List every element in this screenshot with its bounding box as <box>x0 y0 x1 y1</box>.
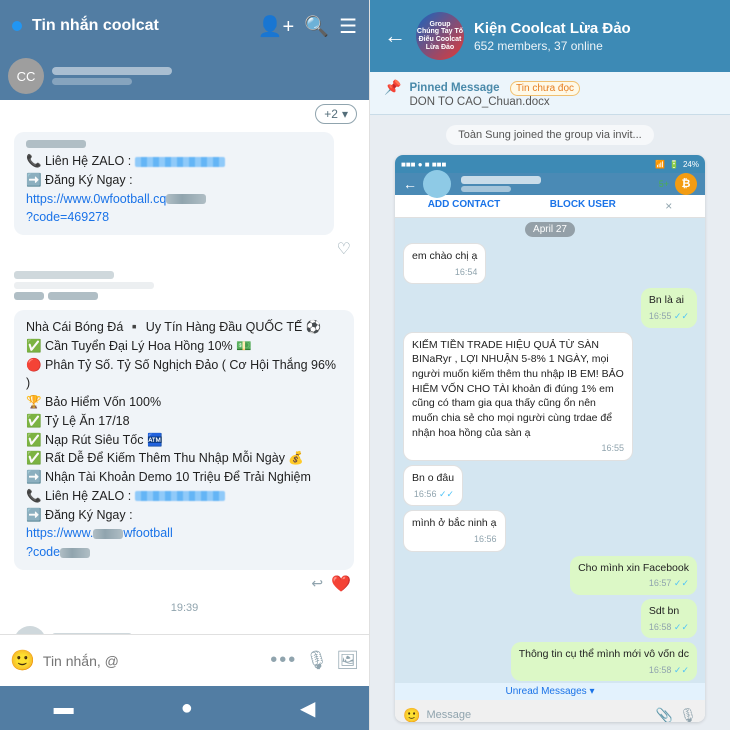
search-icon[interactable]: 🔍 <box>304 14 329 39</box>
sc-message-row: Bn là ai 16:55 ✓✓ <box>395 286 705 329</box>
close-button[interactable]: × <box>665 199 672 213</box>
heart-icon[interactable]: ♡ <box>337 239 351 259</box>
image-icon[interactable]: 🖼 <box>336 650 359 671</box>
left-panel: Tin nhắn coolcat 👤+ 🔍 ☰ CC +2 ▾ 📞 Liên H… <box>0 0 370 730</box>
pinned-message-bar[interactable]: 📌 Pinned Message Tin chưa đọc DON TO CAO… <box>370 72 730 115</box>
message-time: 19:39 <box>14 598 355 616</box>
sc-bubble-received: em chào chị ạ 16:54 <box>403 243 486 284</box>
message-bubble: 📞 Liên Hệ ZALO : ➡️ Đăng Ký Ngay : https… <box>14 132 334 235</box>
sc-mic-icon[interactable]: 🎙 <box>679 707 697 722</box>
pinned-content: Pinned Message Tin chưa đọc DON TO CAO_C… <box>409 78 716 108</box>
sc-message-row: Sdt bn 16:58 ✓✓ <box>395 597 705 640</box>
block-user-button[interactable]: BLOCK USER <box>550 199 616 213</box>
sc-bubble-received: KIẾM TIỀN TRADE HIỆU QUẢ TỪ SÀN BINaRyr … <box>403 332 633 461</box>
group-members: 652 members, 37 online <box>474 39 716 53</box>
sc-emoji-icon[interactable]: 🙂 <box>403 707 420 722</box>
avatar[interactable]: CC <box>8 58 44 94</box>
sc-status-left: ■■■ ● ■ ■■■ <box>401 160 446 169</box>
menu-icon[interactable]: ☰ <box>339 14 357 39</box>
message-actions: ↩ ❤️ <box>14 572 355 598</box>
sc-date-badge: April 27 <box>525 222 575 237</box>
more-options-icon[interactable]: ••• <box>270 649 297 672</box>
emoji-icon[interactable]: 🙂 <box>10 648 35 673</box>
sc-bubble-sent: Bn là ai 16:55 ✓✓ <box>641 288 697 327</box>
sc-contact-avatar <box>423 170 451 198</box>
message-input[interactable] <box>43 653 262 669</box>
sc-message-input[interactable]: Message <box>426 709 649 721</box>
list-item: Nhà Cái Bóng Đá ▪️ Uy Tín Hàng Đầu QUỐC … <box>0 304 369 620</box>
sc-online-badge: 5+ <box>659 179 669 189</box>
unread-messages-bar[interactable]: Unread Messages ▾ <box>395 683 705 700</box>
status-dot <box>12 21 22 31</box>
list-item <box>0 622 369 634</box>
message-bubble: Nhà Cái Bóng Đá ▪️ Uy Tín Hàng Đầu QUỐC … <box>14 310 354 570</box>
sc-status-right: 📶🔋24% <box>655 160 699 169</box>
group-info: Kiện Coolcat Lừa Đảo 652 members, 37 onl… <box>474 19 716 53</box>
input-bar: 🙂 ••• 🎙 🖼 <box>0 634 369 686</box>
sc-message-row: Bn o đâu 16:56 ✓✓ <box>395 463 705 508</box>
nav-home-icon[interactable]: ▬ <box>54 697 74 720</box>
sc-bubble-sent: Cho mình xin Facebook 16:57 ✓✓ <box>570 556 697 595</box>
sc-message-row: Thông tin cụ thể mình mới vô vốn dc 16:5… <box>395 640 705 683</box>
sc-attachment-icon[interactable]: 📎 <box>656 707 673 722</box>
sc-action-bar: ADD CONTACT BLOCK USER × <box>395 195 705 218</box>
plus-badge-row: +2 ▾ <box>0 100 369 126</box>
chat-area: Toàn Sung joined the group via invit... … <box>370 115 730 730</box>
sc-bitcoin-icon: ₿ <box>675 173 697 195</box>
nav-back-icon[interactable]: ◀ <box>300 696 315 721</box>
sc-bubble-sent: Sdt bn 16:58 ✓✓ <box>641 599 697 638</box>
mic-icon[interactable]: 🎙 <box>305 650 328 671</box>
unread-badge: Tin chưa đọc <box>510 81 580 96</box>
chevron-down-icon: ▾ <box>342 107 348 121</box>
right-panel: ← GroupChúng Tay TốĐiếu CoolcatLừa Đảo K… <box>370 0 730 730</box>
nav-circle-icon[interactable]: ● <box>181 697 193 720</box>
group-name: Kiện Coolcat Lừa Đảo <box>474 19 716 39</box>
group-avatar: GroupChúng Tay TốĐiếu CoolcatLừa Đảo <box>416 12 464 60</box>
reply-icon[interactable]: ↩ <box>311 575 323 592</box>
left-header-title: Tin nhắn coolcat <box>32 17 248 35</box>
pin-icon: 📌 <box>384 79 401 96</box>
sc-message-row: mình ở bắc ninh ạ 16:56 <box>395 508 705 553</box>
add-contact-button[interactable]: ADD CONTACT <box>428 199 501 213</box>
list-item <box>0 267 369 304</box>
sc-top-bar: ← 5+ ₿ <box>395 173 705 195</box>
nav-bottom: ▬ ● ◀ <box>0 686 369 730</box>
sc-message-row: em chào chị ạ 16:54 <box>395 241 705 286</box>
add-person-icon[interactable]: 👤+ <box>258 14 295 39</box>
pinned-document: DON TO CAO_Chuan.docx <box>409 96 716 108</box>
left-header: Tin nhắn coolcat 👤+ 🔍 ☰ <box>0 0 369 52</box>
sc-chat-bg: April 27 em chào chị ạ 16:54 Bn là ai 16… <box>395 218 705 700</box>
pinned-label: Pinned Message <box>409 82 499 94</box>
message-list: +2 ▾ 📞 Liên Hệ ZALO : ➡️ Đăng Ký Ngay : … <box>0 100 369 634</box>
sc-input-bar: 🙂 Message 📎 🎙 <box>395 700 705 722</box>
screenshot-card: ■■■ ● ■ ■■■ 📶🔋24% ← 5+ ₿ ADD CONTACT <box>395 155 705 722</box>
avatar-bar: CC <box>0 52 369 100</box>
plus-badge[interactable]: +2 ▾ <box>315 104 357 124</box>
sc-bubble-received: Bn o đâu 16:56 ✓✓ <box>403 465 463 506</box>
system-message: Toàn Sung joined the group via invit... <box>446 125 653 145</box>
sc-bubble-received: mình ở bắc ninh ạ 16:56 <box>403 510 506 551</box>
list-item: 📞 Liên Hệ ZALO : ➡️ Đăng Ký Ngay : https… <box>0 126 369 267</box>
heart-filled-icon[interactable]: ❤️ <box>331 574 351 594</box>
back-button[interactable]: ← <box>384 23 406 49</box>
sc-back-button[interactable]: ← <box>403 176 417 192</box>
sc-message-row: KIẾM TIỀN TRADE HIỆU QUẢ TỪ SÀN BINaRyr … <box>395 330 705 463</box>
avatar-initials: CC <box>17 69 36 84</box>
sc-bubble-sent: Thông tin cụ thể mình mới vô vốn dc 16:5… <box>511 642 697 681</box>
message-actions: ♡ <box>14 237 355 263</box>
group-header: ← GroupChúng Tay TốĐiếu CoolcatLừa Đảo K… <box>370 0 730 72</box>
sc-message-row: Cho mình xin Facebook 16:57 ✓✓ <box>395 554 705 597</box>
